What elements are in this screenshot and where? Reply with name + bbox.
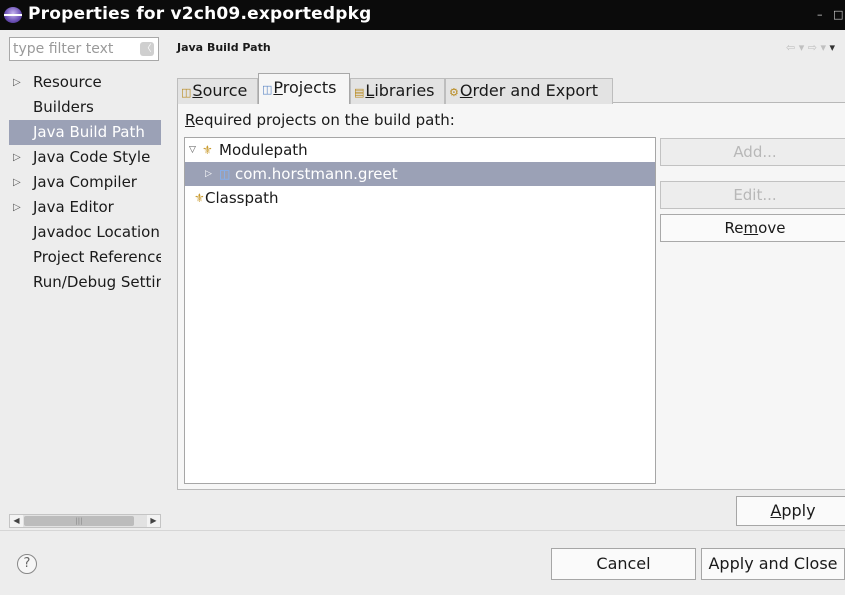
scrollbar-thumb[interactable]: ||| xyxy=(24,516,134,526)
minimize-icon[interactable]: – xyxy=(817,8,823,21)
clear-filter-icon[interactable]: 〈 xyxy=(140,42,154,56)
collapse-arrow-icon[interactable]: ▽ xyxy=(189,138,196,162)
nav-horizontal-scrollbar[interactable]: ◀ ||| ▶ xyxy=(9,514,161,528)
tree-row-modulepath[interactable]: ▽ ⚜ Modulepath xyxy=(185,138,655,162)
page-title: Java Build Path xyxy=(177,41,271,54)
nav-item-java-editor[interactable]: ▷ Java Editor xyxy=(9,195,161,220)
forward-icon[interactable]: ⇨ xyxy=(808,41,817,54)
tree-row-label: Modulepath xyxy=(219,141,308,159)
back-icon[interactable]: ⇦ xyxy=(786,41,795,54)
filter-input[interactable]: type filter text 〈 xyxy=(9,37,159,61)
nav-item-label: Run/Debug Settings xyxy=(33,273,161,291)
nav-item-run-debug-settings[interactable]: Run/Debug Settings xyxy=(9,270,161,295)
scroll-left-icon[interactable]: ◀ xyxy=(10,515,23,527)
nav-item-label: Builders xyxy=(33,98,94,116)
tab-order-and-export[interactable]: ⚙Order and Export xyxy=(445,78,613,104)
expand-arrow-icon[interactable]: ▷ xyxy=(13,195,21,220)
add-button[interactable]: Add... xyxy=(660,138,845,166)
required-projects-label: Required projects on the build path: xyxy=(185,111,455,129)
modulepath-icon: ⚜ xyxy=(202,143,213,157)
property-nav: ▷ Resource Builders Java Build Path ▷ Ja… xyxy=(9,70,161,490)
tree-row-classpath[interactable]: ⚜ Classpath xyxy=(185,186,655,210)
remove-button[interactable]: Remove xyxy=(660,214,845,242)
nav-item-label: Java Code Style xyxy=(33,148,151,166)
nav-item-label: Java Build Path xyxy=(33,123,145,141)
scroll-right-icon[interactable]: ▶ xyxy=(147,515,160,527)
expand-arrow-icon[interactable]: ▷ xyxy=(205,162,212,186)
nav-item-label: Project References xyxy=(33,248,161,266)
nav-item-java-compiler[interactable]: ▷ Java Compiler xyxy=(9,170,161,195)
nav-item-label: Java Compiler xyxy=(33,173,137,191)
nav-item-label: Resource xyxy=(33,73,102,91)
window-title: Properties for v2ch09.exportedpkg xyxy=(28,4,372,24)
nav-item-project-references[interactable]: Project References xyxy=(9,245,161,270)
expand-arrow-icon[interactable]: ▷ xyxy=(13,145,21,170)
tab-projects[interactable]: ◫Projects xyxy=(258,73,350,104)
nav-item-label: Java Editor xyxy=(33,198,114,216)
nav-item-resource[interactable]: ▷ Resource xyxy=(9,70,161,95)
nav-item-javadoc-location[interactable]: Javadoc Location xyxy=(9,220,161,245)
title-bar: Properties for v2ch09.exportedpkg – □ xyxy=(0,0,845,30)
apply-and-close-button[interactable]: Apply and Close xyxy=(701,548,845,580)
order-icon: ⚙ xyxy=(449,86,459,99)
history-nav: ⇦ ▾ ⇨ ▾ ▾ xyxy=(786,41,835,54)
tree-row-label: Classpath xyxy=(205,189,279,207)
nav-item-java-build-path[interactable]: Java Build Path xyxy=(9,120,161,145)
expand-arrow-icon[interactable]: ▷ xyxy=(13,170,21,195)
nav-item-builders[interactable]: Builders xyxy=(9,95,161,120)
help-icon[interactable]: ? xyxy=(17,554,37,574)
classpath-icon: ⚜ xyxy=(194,191,205,205)
library-icon: ▤ xyxy=(354,86,365,99)
cancel-button[interactable]: Cancel xyxy=(551,548,696,580)
eclipse-icon xyxy=(4,7,22,23)
source-folder-icon: ◫ xyxy=(181,86,192,99)
nav-item-java-code-style[interactable]: ▷ Java Code Style xyxy=(9,145,161,170)
apply-button[interactable]: Apply xyxy=(736,496,845,526)
maximize-icon[interactable]: □ xyxy=(833,8,843,21)
project-folder-icon: ◫ xyxy=(219,167,231,181)
tree-row-label: com.horstmann.greet xyxy=(235,165,398,183)
project-icon: ◫ xyxy=(262,83,273,96)
edit-button[interactable]: Edit... xyxy=(660,181,845,209)
expand-arrow-icon[interactable]: ▷ xyxy=(13,70,21,95)
footer-divider xyxy=(0,530,845,531)
view-menu-icon[interactable]: ▾ xyxy=(829,41,835,54)
tab-libraries[interactable]: ▤Libraries xyxy=(350,78,445,104)
projects-tree[interactable]: ▽ ⚜ Modulepath ▷ ◫ com.horstmann.greet ⚜… xyxy=(184,137,656,484)
tab-source[interactable]: ◫Source xyxy=(177,78,258,104)
filter-placeholder: type filter text xyxy=(13,41,114,57)
nav-item-label: Javadoc Location xyxy=(33,223,160,241)
tree-row-com-horstmann-greet[interactable]: ▷ ◫ com.horstmann.greet xyxy=(185,162,655,186)
